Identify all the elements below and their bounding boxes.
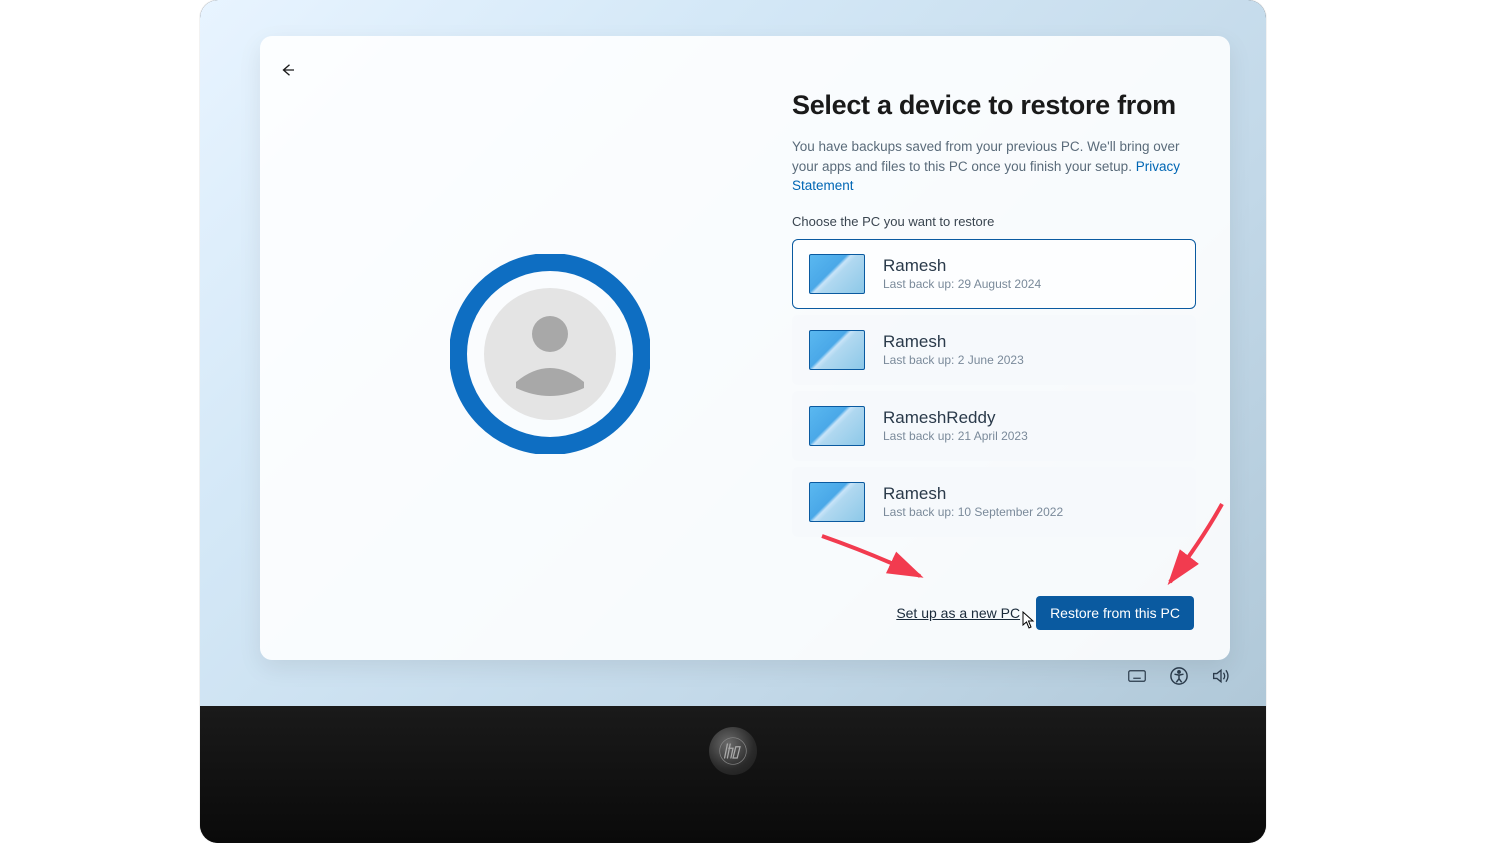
back-arrow-icon xyxy=(279,61,297,79)
setup-new-pc-link[interactable]: Set up as a new PC xyxy=(896,605,1020,621)
device-option[interactable]: Ramesh Last back up: 29 August 2024 xyxy=(792,239,1196,309)
device-backup-date: Last back up: 10 September 2022 xyxy=(883,505,1179,519)
device-name: Ramesh xyxy=(883,332,1179,352)
laptop-bezel xyxy=(200,706,1266,843)
monitor-icon xyxy=(809,482,865,522)
device-name: RameshReddy xyxy=(883,408,1179,428)
device-option[interactable]: Ramesh Last back up: 2 June 2023 xyxy=(792,315,1196,385)
device-backup-date: Last back up: 2 June 2023 xyxy=(883,353,1179,367)
volume-icon[interactable] xyxy=(1212,667,1230,690)
hp-logo xyxy=(709,727,757,775)
device-backup-date: Last back up: 29 August 2024 xyxy=(883,277,1179,291)
monitor-icon xyxy=(809,330,865,370)
content-column: Select a device to restore from You have… xyxy=(792,90,1196,543)
choose-pc-label: Choose the PC you want to restore xyxy=(792,214,1196,229)
accessibility-icon[interactable] xyxy=(1170,667,1188,690)
back-button[interactable] xyxy=(272,54,304,86)
laptop-screen: Select a device to restore from You have… xyxy=(200,0,1266,706)
page-description: You have backups saved from your previou… xyxy=(792,137,1196,196)
keyboard-icon[interactable] xyxy=(1128,667,1146,690)
monitor-icon xyxy=(809,254,865,294)
user-profile-icon xyxy=(450,254,650,454)
action-bar: Set up as a new PC Restore from this PC xyxy=(896,596,1194,630)
device-backup-date: Last back up: 21 April 2023 xyxy=(883,429,1179,443)
restore-button[interactable]: Restore from this PC xyxy=(1036,596,1194,630)
laptop-photo-frame: Select a device to restore from You have… xyxy=(200,0,1266,843)
system-tray xyxy=(1128,667,1230,690)
device-option[interactable]: Ramesh Last back up: 10 September 2022 xyxy=(792,467,1196,537)
oobe-panel: Select a device to restore from You have… xyxy=(260,36,1230,660)
page-title: Select a device to restore from xyxy=(792,90,1196,121)
device-option[interactable]: RameshReddy Last back up: 21 April 2023 xyxy=(792,391,1196,461)
monitor-icon xyxy=(809,406,865,446)
device-name: Ramesh xyxy=(883,484,1179,504)
device-name: Ramesh xyxy=(883,256,1179,276)
